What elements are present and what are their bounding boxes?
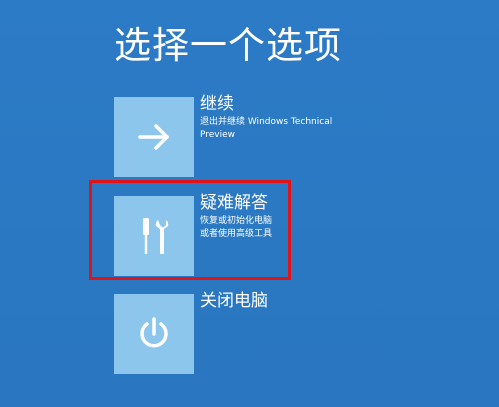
continue-description-line2: Preview (200, 130, 236, 140)
troubleshoot-description: 恢复或初始化电脑 或者使用高级工具 (200, 215, 400, 241)
shutdown-label: 关闭电脑 (200, 291, 268, 311)
shutdown-tile[interactable] (114, 294, 194, 374)
shutdown-option[interactable]: 关闭电脑 (114, 291, 414, 374)
continue-description: 退出并继续 Windows Technical Preview (200, 116, 400, 142)
continue-tile[interactable] (114, 97, 194, 177)
troubleshoot-tile[interactable] (114, 196, 194, 276)
troubleshoot-option[interactable]: 疑难解答 恢复或初始化电脑 或者使用高级工具 (114, 193, 414, 276)
troubleshoot-label: 疑难解答 (200, 193, 268, 213)
continue-description-line1: 退出并继续 Windows Technical (200, 117, 333, 127)
choose-option-screen: 选择一个选项 继续 退出并继续 Windows Technical Previe… (0, 0, 499, 407)
shutdown-text: 关闭电脑 (200, 290, 400, 312)
troubleshoot-description-line1: 恢复或初始化电脑 (200, 216, 273, 226)
arrow-right-icon (138, 124, 169, 150)
tools-icon (143, 218, 169, 254)
continue-label: 继续 (200, 94, 234, 114)
troubleshoot-description-line2: 或者使用高级工具 (200, 229, 273, 239)
page-title: 选择一个选项 (114, 24, 342, 67)
power-icon (140, 317, 168, 348)
troubleshoot-text: 疑难解答 恢复或初始化电脑 或者使用高级工具 (200, 192, 400, 241)
continue-option[interactable]: 继续 退出并继续 Windows Technical Preview (114, 94, 414, 177)
continue-text: 继续 退出并继续 Windows Technical Preview (200, 93, 400, 142)
